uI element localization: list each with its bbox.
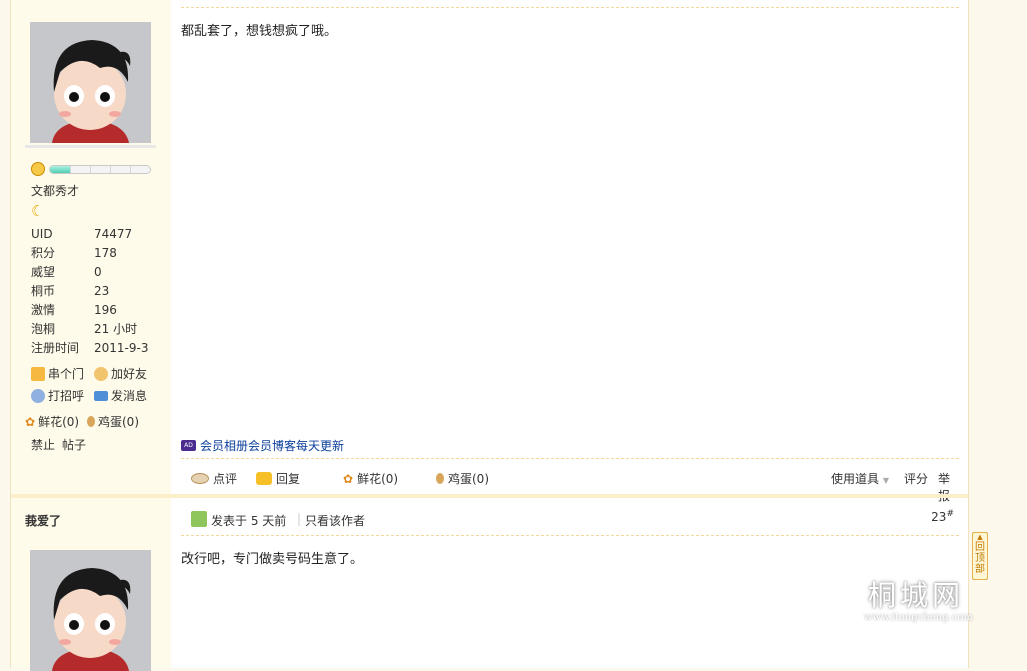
comment-icon — [191, 473, 209, 484]
greet-label: 打招呼 — [48, 389, 85, 403]
users-icon — [31, 388, 45, 403]
user-flowers-link[interactable]: ✿ 鲜花(0) — [25, 413, 79, 430]
greet-link[interactable]: 打招呼 — [31, 387, 84, 404]
moon-icon: ☾ — [31, 202, 45, 220]
reply-icon — [256, 472, 272, 485]
handshake-icon — [94, 366, 108, 381]
egg-icon — [436, 473, 444, 484]
posts-label: 帖子 — [62, 438, 87, 452]
user-stats: UID 74477 积分 178 威望 0 桐币 23 激情 196 泡桐 21 小时 注册… — [31, 225, 148, 358]
stat-value: 23 — [94, 284, 110, 298]
stat-row: UID 74477 — [31, 225, 148, 244]
reply-button[interactable]: 回复 — [256, 470, 300, 487]
ad-badge-icon: AD — [181, 440, 196, 451]
rank-progress-fill — [50, 166, 70, 173]
ad-link[interactable]: AD 会员相册会员博客每天更新 — [181, 437, 344, 454]
home-icon — [31, 366, 45, 381]
visit-link[interactable]: 串个门 — [31, 365, 84, 382]
rank-title: 文都秀才 — [31, 184, 80, 198]
post1-user-sidebar: 文都秀才 ☾ UID 74477 积分 178 威望 0 桐币 23 激情 196 泡桐 2… — [11, 0, 171, 494]
eggs-label: 鸡蛋(0) — [448, 472, 489, 486]
add-friend-label: 加好友 — [111, 367, 148, 381]
report-button[interactable]: 举报 — [938, 470, 959, 504]
back-to-top-button[interactable]: ▲ 回顶部 — [972, 532, 988, 580]
post-list: 文都秀才 ☾ UID 74477 积分 178 威望 0 桐币 23 激情 196 泡桐 2… — [10, 0, 969, 671]
message-link[interactable]: 发消息 — [94, 387, 147, 404]
stat-row: 激情 196 — [31, 301, 148, 320]
arrow-up-icon: ▲ — [977, 533, 983, 541]
rank-star-icon — [31, 162, 45, 176]
post2-message: 改行吧，专门做卖号码生意了。 — [181, 552, 364, 567]
stat-label: 积分 — [31, 246, 56, 260]
stat-row: 泡桐 21 小时 — [31, 320, 148, 339]
post2-author[interactable]: 莪爱了 — [25, 512, 61, 529]
stat-label: 威望 — [31, 265, 56, 279]
post2-header-divider — [181, 535, 959, 536]
stat-label: 桐币 — [31, 284, 56, 298]
use-tool-label: 使用道具 — [831, 472, 880, 486]
stat-row: 注册时间 2011-9-3 — [31, 339, 148, 358]
back-to-top-label: 回顶部 — [975, 542, 985, 575]
stat-label: 泡桐 — [31, 322, 56, 336]
stat-row: 积分 178 — [31, 244, 148, 263]
user-flowers-label: 鲜花(0) — [38, 415, 80, 429]
visit-label: 串个门 — [48, 367, 85, 381]
egg-icon — [87, 416, 95, 427]
post1-message: 都乱套了，想钱想疯了哦。 — [181, 24, 338, 39]
ad-text: 会员相册会员博客每天更新 — [200, 439, 345, 453]
avatar[interactable] — [30, 550, 151, 671]
floor-mark: # — [946, 509, 954, 519]
ban-link[interactable]: 禁止 — [31, 436, 55, 453]
post2-author-row: 莪爱了 — [11, 498, 171, 536]
watermark-logo: 桐城网 — [868, 579, 965, 612]
chevron-down-icon: ▼ — [882, 476, 889, 485]
stat-value: 196 — [94, 303, 117, 317]
comment-label: 点评 — [213, 472, 238, 486]
post2-date: 发表于 5 天前 — [211, 514, 287, 528]
avatar[interactable] — [30, 22, 151, 143]
stat-value: 74477 — [94, 227, 133, 241]
stat-row: 桐币 23 — [31, 282, 148, 301]
post1-content: 都乱套了，想钱想疯了哦。 AD 会员相册会员博客每天更新 点评 回复 ✿ 鲜花(… — [181, 0, 959, 503]
floor-value: 23 — [931, 510, 947, 524]
user-eggs-link[interactable]: 鸡蛋(0) — [87, 413, 139, 430]
post2-user-sidebar — [11, 536, 171, 671]
reply-label: 回复 — [276, 472, 301, 486]
use-tool-dropdown[interactable]: 使用道具 ▼ — [831, 470, 889, 487]
add-friend-link[interactable]: 加好友 — [94, 365, 147, 382]
user-eggs-label: 鸡蛋(0) — [98, 415, 139, 429]
online-status-icon — [191, 511, 207, 527]
flowers-label: 鲜花(0) — [357, 472, 399, 486]
watermark-url: www.itongcheng.com — [864, 612, 973, 623]
ban-label: 禁止 — [31, 438, 56, 452]
posts-link[interactable]: 帖子 — [62, 436, 86, 453]
envelope-icon — [94, 390, 108, 401]
post-action-bar: 点评 回复 ✿ 鲜花(0) 鸡蛋(0) 使用道具 ▼ 评分 举报 — [181, 470, 959, 503]
message-label: 发消息 — [111, 389, 148, 403]
comment-button[interactable]: 点评 — [191, 470, 237, 487]
flower-icon: ✿ — [25, 414, 36, 429]
rate-button[interactable]: 评分 — [904, 470, 928, 487]
stat-label: UID — [31, 227, 53, 241]
report-label: 举报 — [938, 472, 951, 503]
stat-value: 178 — [94, 246, 117, 260]
rank-progress-bar — [49, 165, 151, 174]
flower-icon: ✿ — [343, 471, 354, 486]
stat-row: 威望 0 — [31, 263, 148, 282]
post2-header: 发表于 5 天前 | 只看该作者 23# — [181, 505, 959, 535]
stat-value: 21 小时 — [94, 322, 138, 336]
stat-label: 注册时间 — [31, 341, 80, 355]
stat-label: 激情 — [31, 303, 56, 317]
action-divider — [181, 458, 959, 459]
stat-value: 2011-9-3 — [94, 341, 149, 355]
rate-label: 评分 — [904, 472, 929, 486]
stat-value: 0 — [94, 265, 102, 279]
only-author-link[interactable]: 只看该作者 — [305, 512, 365, 529]
floor-number[interactable]: 23# — [931, 509, 954, 524]
eggs-button[interactable]: 鸡蛋(0) — [436, 470, 489, 487]
avatar-shadow — [25, 145, 156, 148]
flowers-button[interactable]: ✿ 鲜花(0) — [343, 470, 398, 487]
